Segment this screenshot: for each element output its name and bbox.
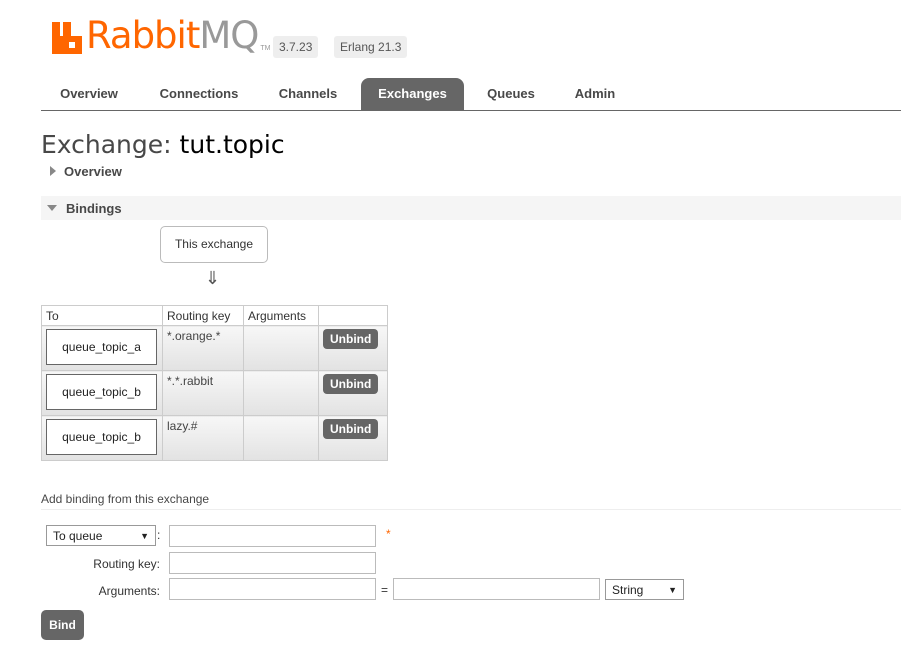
routing-key-value: *.orange.* bbox=[167, 329, 221, 343]
exchange-name: tut.topic bbox=[179, 130, 285, 159]
colon-separator: : bbox=[157, 528, 161, 542]
page-title: Exchange: tut.topic bbox=[41, 130, 285, 159]
routing-key-value: *.*.rabbit bbox=[167, 374, 214, 388]
section-overview-toggle[interactable]: Overview bbox=[41, 159, 901, 183]
erlang-version-badge: Erlang 21.3 bbox=[334, 36, 408, 58]
rabbitmq-logo-icon bbox=[52, 22, 82, 54]
rabbitmq-logo[interactable]: RabbitMQ TM bbox=[52, 14, 271, 57]
section-bindings-label: Bindings bbox=[66, 200, 122, 216]
table-row: queue_topic_b *.*.rabbit Unbind bbox=[41, 370, 388, 416]
collapse-arrow-icon bbox=[47, 205, 57, 211]
page-title-prefix: Exchange: bbox=[41, 130, 172, 159]
queue-link[interactable]: queue_topic_a bbox=[46, 329, 157, 365]
destination-input[interactable] bbox=[169, 525, 376, 547]
section-overview-label: Overview bbox=[64, 163, 122, 179]
section-bindings-toggle[interactable]: Bindings bbox=[41, 196, 901, 220]
queue-link[interactable]: queue_topic_b bbox=[46, 374, 157, 410]
argument-type-select[interactable]: String ▼ bbox=[605, 579, 684, 600]
queue-link[interactable]: queue_topic_b bbox=[46, 419, 157, 455]
dropdown-caret-icon: ▼ bbox=[140, 531, 149, 541]
column-header-to: To bbox=[41, 305, 163, 326]
argument-type-value: String bbox=[612, 583, 644, 597]
version-badge: 3.7.23 bbox=[273, 36, 319, 58]
unbind-button[interactable]: Unbind bbox=[323, 374, 379, 394]
down-arrow-icon: ⇓ bbox=[205, 268, 221, 288]
destination-type-value: To queue bbox=[53, 529, 103, 543]
this-exchange-box: This exchange bbox=[160, 226, 268, 263]
add-binding-title: Add binding from this exchange bbox=[41, 492, 210, 506]
arguments-value bbox=[244, 416, 318, 422]
unbind-button[interactable]: Unbind bbox=[323, 329, 379, 349]
destination-type-select[interactable]: To queue ▼ bbox=[46, 525, 156, 546]
equals-sign: = bbox=[381, 583, 389, 597]
table-header-row: To Routing key Arguments bbox=[41, 305, 388, 326]
tab-exchanges[interactable]: Exchanges bbox=[361, 78, 464, 110]
column-header-arguments: Arguments bbox=[243, 305, 319, 326]
column-header-actions bbox=[318, 305, 388, 326]
logo-trademark: TM bbox=[260, 45, 271, 52]
arguments-label: Arguments: bbox=[98, 584, 160, 598]
tab-channels[interactable]: Channels bbox=[266, 78, 350, 110]
tab-queues[interactable]: Queues bbox=[476, 78, 546, 110]
arguments-value bbox=[244, 371, 318, 377]
expand-arrow-icon bbox=[50, 166, 56, 176]
divider bbox=[41, 509, 901, 510]
dropdown-caret-icon: ▼ bbox=[668, 585, 677, 595]
tab-connections[interactable]: Connections bbox=[147, 78, 251, 110]
argument-key-input[interactable] bbox=[169, 578, 376, 600]
column-header-routing-key: Routing key bbox=[162, 305, 244, 326]
routing-key-input[interactable] bbox=[169, 552, 376, 574]
main-nav-tabs: Overview Connections Channels Exchanges … bbox=[41, 78, 901, 111]
routing-key-label: Routing key: bbox=[93, 557, 160, 571]
required-marker: * bbox=[386, 527, 391, 541]
logo-text: RabbitMQ bbox=[86, 14, 259, 57]
bindings-table: To Routing key Arguments queue_topic_a *… bbox=[41, 305, 388, 461]
bind-button[interactable]: Bind bbox=[41, 610, 84, 640]
table-row: queue_topic_a *.orange.* Unbind bbox=[41, 325, 388, 371]
arguments-value bbox=[244, 326, 318, 332]
tab-admin[interactable]: Admin bbox=[564, 78, 626, 110]
routing-key-value: lazy.# bbox=[167, 419, 198, 433]
argument-value-input[interactable] bbox=[393, 578, 600, 600]
tab-overview[interactable]: Overview bbox=[41, 78, 137, 110]
unbind-button[interactable]: Unbind bbox=[323, 419, 379, 439]
table-row: queue_topic_b lazy.# Unbind bbox=[41, 415, 388, 461]
